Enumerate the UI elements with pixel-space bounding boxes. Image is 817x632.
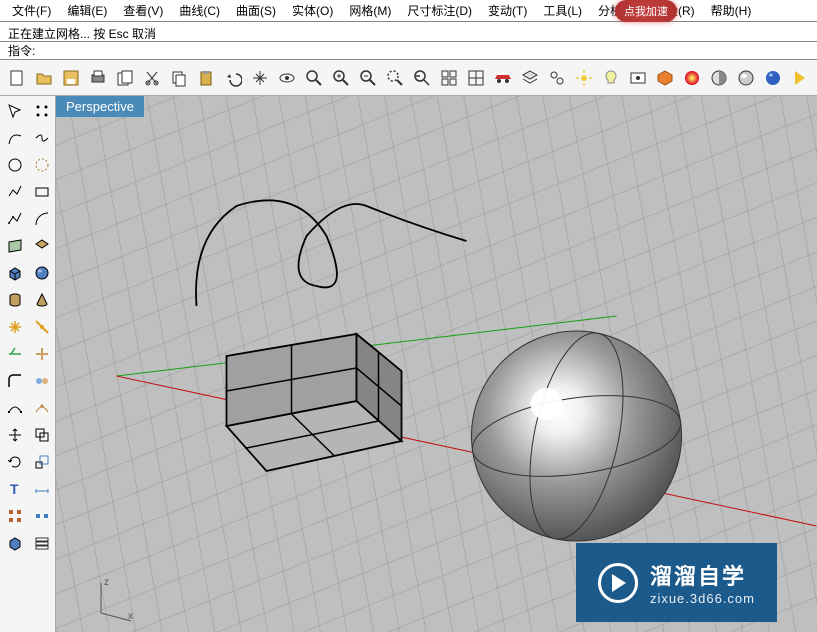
status-line: 正在建立网格... 按 Esc 取消 — [0, 22, 817, 42]
zoom-window-icon[interactable] — [355, 65, 380, 91]
grid-icon[interactable] — [464, 65, 489, 91]
render2-icon[interactable] — [761, 65, 786, 91]
menu-view[interactable]: 查看(V) — [115, 0, 171, 21]
rotate-view-icon[interactable] — [274, 65, 299, 91]
accelerate-badge[interactable]: 点我加速 — [615, 0, 677, 22]
surface-icon[interactable] — [2, 233, 28, 259]
render-icon[interactable] — [680, 65, 705, 91]
zoom-selected-icon[interactable] — [382, 65, 407, 91]
car-icon[interactable] — [491, 65, 516, 91]
menu-tools[interactable]: 工具(L) — [535, 0, 590, 21]
copy-tool-icon[interactable] — [29, 422, 55, 448]
rotate-tool-icon[interactable] — [2, 449, 28, 475]
point-on-icon[interactable] — [29, 395, 55, 421]
copy-props-icon[interactable] — [112, 65, 137, 91]
undo-icon[interactable] — [220, 65, 245, 91]
print-icon[interactable] — [85, 65, 110, 91]
sun-icon[interactable] — [572, 65, 597, 91]
light-icon[interactable] — [599, 65, 624, 91]
arrow-icon[interactable] — [788, 65, 813, 91]
open-icon[interactable] — [31, 65, 56, 91]
main-area: T Perspective — [0, 96, 817, 632]
groups-icon[interactable] — [545, 65, 570, 91]
polyline-icon[interactable] — [2, 179, 28, 205]
array2-icon[interactable] — [29, 503, 55, 529]
material-icon[interactable] — [653, 65, 678, 91]
sphere-object — [467, 325, 686, 548]
trim-icon[interactable] — [2, 341, 28, 367]
side-toolbar: T — [0, 96, 56, 632]
lasso-icon[interactable] — [29, 98, 55, 124]
menu-file[interactable]: 文件(F) — [4, 0, 59, 21]
menu-edit[interactable]: 编辑(E) — [59, 0, 115, 21]
point-edit-icon[interactable] — [2, 395, 28, 421]
shade-flat-icon[interactable] — [707, 65, 732, 91]
split-icon[interactable] — [29, 341, 55, 367]
fillet-icon[interactable] — [2, 368, 28, 394]
layers-side-icon[interactable] — [29, 530, 55, 556]
new-icon[interactable] — [4, 65, 29, 91]
menu-surface[interactable]: 曲面(S) — [228, 0, 284, 21]
axis-x-label: x — [128, 611, 133, 622]
select-icon[interactable] — [2, 98, 28, 124]
menu-help[interactable]: 帮助(H) — [703, 0, 760, 21]
main-toolbar — [0, 60, 817, 96]
menu-transform[interactable]: 变动(T) — [480, 0, 535, 21]
watermark: 溜溜自学 zixue.3d66.com — [576, 543, 777, 622]
menubar: 文件(F) 编辑(E) 查看(V) 曲线(C) 曲面(S) 实体(O) 网格(M… — [0, 0, 817, 22]
circle2-icon[interactable] — [29, 152, 55, 178]
curve2-icon[interactable] — [29, 125, 55, 151]
scale-icon[interactable] — [29, 449, 55, 475]
play-icon — [598, 563, 638, 603]
paste-icon[interactable] — [193, 65, 218, 91]
text-icon[interactable]: T — [2, 476, 28, 502]
svg-text:T: T — [10, 481, 19, 497]
rect-icon[interactable] — [29, 179, 55, 205]
cone-icon[interactable] — [29, 287, 55, 313]
sphere-icon[interactable] — [29, 260, 55, 286]
curve1-icon[interactable] — [2, 125, 28, 151]
axis-z-label: z — [104, 577, 109, 588]
blend-icon[interactable] — [29, 368, 55, 394]
zoom-all-icon[interactable] — [437, 65, 462, 91]
arc-icon[interactable] — [29, 206, 55, 232]
menu-curve[interactable]: 曲线(C) — [171, 0, 228, 21]
join-icon[interactable] — [29, 314, 55, 340]
shade-icon[interactable] — [734, 65, 759, 91]
command-line[interactable]: 指令: — [0, 42, 817, 60]
menu-solid[interactable]: 实体(O) — [284, 0, 341, 21]
zoom-prev-icon[interactable] — [409, 65, 434, 91]
cut-icon[interactable] — [139, 65, 164, 91]
box-icon[interactable] — [2, 260, 28, 286]
watermark-title: 溜溜自学 — [650, 559, 755, 591]
layer-icon[interactable] — [518, 65, 543, 91]
viewport-label[interactable]: Perspective — [56, 96, 144, 117]
cylinder-icon[interactable] — [2, 287, 28, 313]
polysurf-icon[interactable] — [29, 233, 55, 259]
properties-icon[interactable] — [2, 530, 28, 556]
box-object — [227, 334, 402, 484]
dim-icon[interactable] — [29, 476, 55, 502]
zoom-extents-icon[interactable] — [328, 65, 353, 91]
menu-dimension[interactable]: 尺寸标注(D) — [399, 0, 480, 21]
array-icon[interactable] — [2, 503, 28, 529]
move-icon[interactable] — [2, 422, 28, 448]
circle-icon[interactable] — [2, 152, 28, 178]
watermark-url: zixue.3d66.com — [650, 591, 755, 606]
ctrl-poly-icon[interactable] — [2, 206, 28, 232]
menu-mesh[interactable]: 网格(M) — [341, 0, 399, 21]
viewport[interactable]: Perspective — [56, 96, 817, 632]
pan-icon[interactable] — [247, 65, 272, 91]
save-icon[interactable] — [58, 65, 83, 91]
named-view-icon[interactable] — [626, 65, 651, 91]
axis-indicator: z x — [86, 573, 136, 626]
explode-icon[interactable] — [2, 314, 28, 340]
zoom-icon[interactable] — [301, 65, 326, 91]
command-prompt: 指令: — [8, 42, 35, 59]
copy-icon[interactable] — [166, 65, 191, 91]
